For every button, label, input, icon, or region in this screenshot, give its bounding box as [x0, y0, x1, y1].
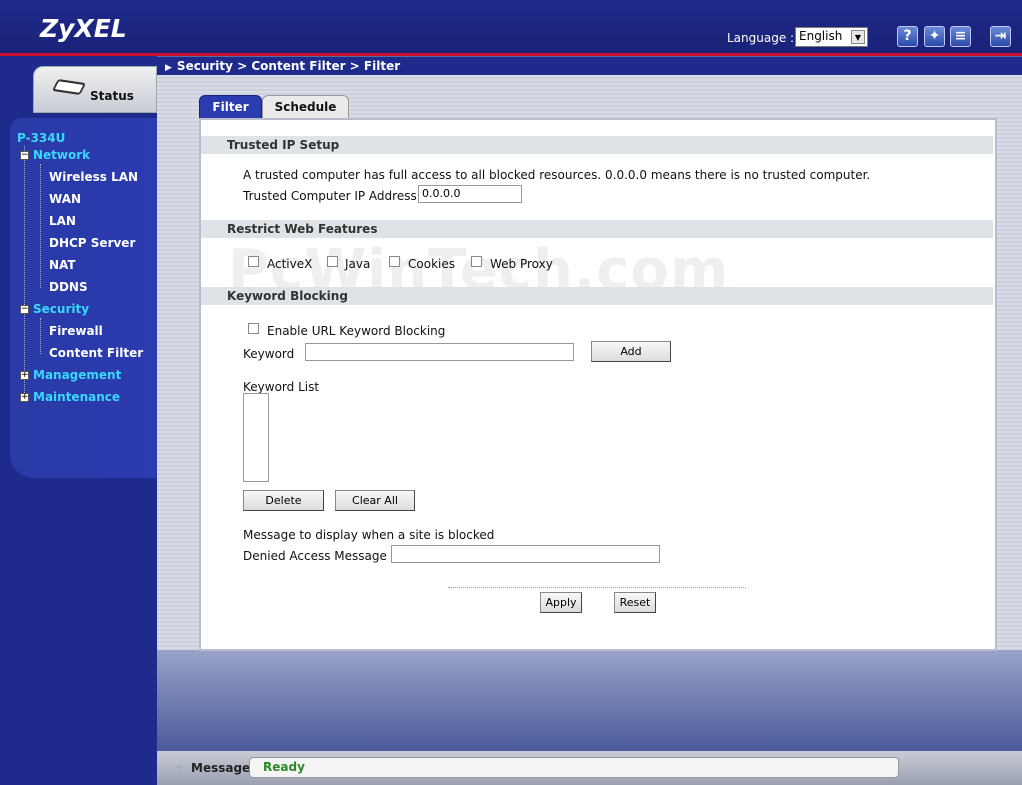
- about-icon[interactable]: ≡: [950, 26, 971, 47]
- sidebar-item-maintenance[interactable]: Maintenance: [33, 390, 120, 404]
- sidebar-item-content-filter[interactable]: Content Filter: [49, 346, 143, 360]
- keyword-label: Keyword: [243, 347, 295, 361]
- help-icon[interactable]: ?: [897, 26, 918, 47]
- zyxel-logo: ZyXEL: [40, 14, 127, 43]
- trusted-ip-input[interactable]: 0.0.0.0: [418, 185, 522, 203]
- arrow-right-icon: ▶: [165, 63, 172, 73]
- keyword-listbox[interactable]: [243, 393, 269, 482]
- message-label: Message: [191, 761, 251, 775]
- status-tab[interactable]: Status: [33, 66, 157, 113]
- denied-message-input[interactable]: [391, 545, 660, 563]
- delete-button[interactable]: Delete: [243, 490, 324, 511]
- collapse-icon[interactable]: −: [20, 305, 29, 314]
- language-value: English: [799, 29, 843, 43]
- web-proxy-label: Web Proxy: [490, 257, 553, 271]
- activex-label: ActiveX: [267, 257, 313, 271]
- activex-checkbox[interactable]: [248, 256, 259, 267]
- status-message: Ready: [249, 757, 899, 778]
- add-button[interactable]: Add: [591, 341, 671, 362]
- tab-schedule[interactable]: Schedule: [262, 95, 349, 119]
- sidebar-item-lan[interactable]: LAN: [49, 214, 76, 228]
- expand-icon[interactable]: +: [20, 393, 29, 402]
- device-model[interactable]: P-334U: [17, 131, 65, 145]
- language-select[interactable]: English ▼: [795, 27, 868, 47]
- message-intro: Message to display when a site is blocke…: [243, 528, 495, 542]
- keyword-list-label: Keyword List: [243, 380, 320, 394]
- breadcrumb-text: Security > Content Filter > Filter: [176, 59, 401, 73]
- denied-message-label: Denied Access Message: [243, 549, 387, 563]
- router-icon: [51, 78, 87, 96]
- chevron-down-icon[interactable]: ▼: [851, 30, 865, 44]
- status-label: Status: [90, 89, 134, 103]
- divider: [448, 587, 746, 588]
- sidebar-item-security[interactable]: Security: [33, 302, 89, 316]
- trusted-ip-description: A trusted computer has full access to al…: [243, 168, 871, 182]
- main-background: [157, 650, 1022, 751]
- header-bar: ZyXEL Language : English ▼ ? ✦ ≡ ⇥: [0, 0, 1022, 56]
- cookies-checkbox[interactable]: [389, 256, 400, 267]
- expand-icon[interactable]: +: [20, 371, 29, 380]
- language-label: Language :: [727, 31, 795, 45]
- section-heading-keyword: Keyword Blocking: [201, 287, 993, 305]
- sidebar-item-wan[interactable]: WAN: [49, 192, 81, 206]
- sidebar-item-network[interactable]: Network: [33, 148, 90, 162]
- message-icon: ⁘: [175, 763, 184, 774]
- collapse-icon[interactable]: −: [20, 151, 29, 160]
- reset-button[interactable]: Reset: [614, 592, 656, 613]
- java-label: Java: [345, 257, 371, 271]
- tree-line: [40, 318, 41, 354]
- sidebar-item-dhcp-server[interactable]: DHCP Server: [49, 236, 135, 250]
- clear-all-button[interactable]: Clear All: [335, 490, 415, 511]
- keyword-input[interactable]: [305, 343, 574, 361]
- apply-button[interactable]: Apply: [540, 592, 582, 613]
- wizard-icon[interactable]: ✦: [924, 26, 945, 47]
- enable-keyword-label: Enable URL Keyword Blocking: [267, 324, 446, 338]
- cookies-label: Cookies: [408, 257, 455, 271]
- footer-bar: ⁘ Message Ready: [157, 751, 1022, 785]
- sidebar-item-wireless-lan[interactable]: Wireless LAN: [49, 170, 138, 184]
- tab-filter[interactable]: Filter: [199, 95, 262, 119]
- logout-icon[interactable]: ⇥: [990, 26, 1011, 47]
- sidebar-item-firewall[interactable]: Firewall: [49, 324, 103, 338]
- section-heading-restrict: Restrict Web Features: [201, 220, 993, 238]
- breadcrumb: ▶ Security > Content Filter > Filter: [157, 57, 1022, 75]
- enable-keyword-checkbox[interactable]: [248, 323, 259, 334]
- section-heading-trusted-ip: Trusted IP Setup: [201, 136, 993, 154]
- trusted-ip-label: Trusted Computer IP Address:: [243, 189, 421, 203]
- java-checkbox[interactable]: [327, 256, 338, 267]
- tree-line: [40, 164, 41, 288]
- sidebar-item-ddns[interactable]: DDNS: [49, 280, 88, 294]
- tree-line: [24, 146, 25, 399]
- sidebar-item-nat[interactable]: NAT: [49, 258, 76, 272]
- web-proxy-checkbox[interactable]: [471, 256, 482, 267]
- sidebar-item-management[interactable]: Management: [33, 368, 121, 382]
